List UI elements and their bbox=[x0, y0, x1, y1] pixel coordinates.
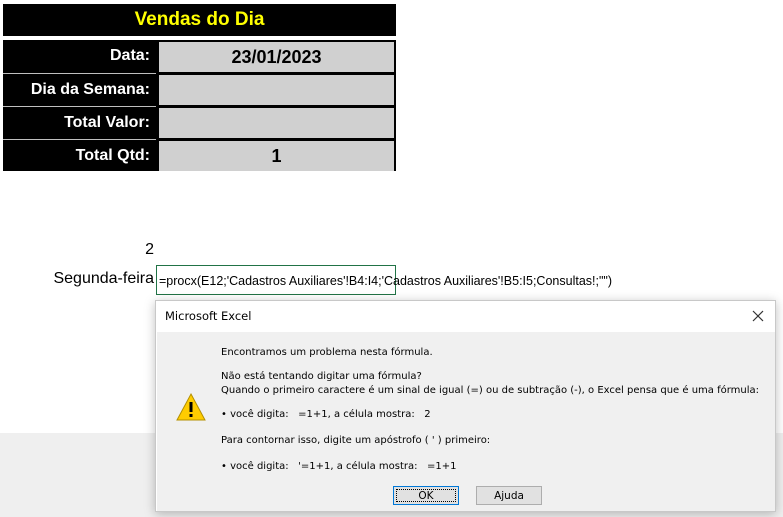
dialog-footer: OK Ajuda bbox=[157, 479, 775, 511]
message-problem: Encontramos um problema nesta fórmula. bbox=[221, 347, 433, 358]
message-workaround: Para contornar isso, digite um apóstrofo… bbox=[221, 435, 491, 446]
message-question: Não está tentando digitar uma fórmula? bbox=[221, 371, 422, 382]
label-total-value[interactable]: Total Valor: bbox=[3, 106, 156, 138]
label-total-qty[interactable]: Total Qtd: bbox=[3, 139, 156, 171]
summary-table: Data: 23/01/2023 Dia da Semana: Total Va… bbox=[3, 40, 396, 171]
row-total-value: Total Valor: bbox=[3, 106, 396, 138]
row-weekday: Dia da Semana: bbox=[3, 73, 396, 105]
sheet-title[interactable]: Vendas do Dia bbox=[3, 4, 396, 36]
label-weekday[interactable]: Dia da Semana: bbox=[3, 73, 156, 105]
warning-icon bbox=[176, 392, 206, 422]
value-weekday[interactable] bbox=[159, 75, 394, 105]
help-button[interactable]: Ajuda bbox=[476, 486, 542, 505]
dialog-body: Encontramos um problema nesta fórmula. N… bbox=[157, 332, 775, 479]
value-date[interactable]: 23/01/2023 bbox=[159, 42, 394, 72]
ok-button[interactable]: OK bbox=[393, 486, 459, 505]
message-example-2: • você digita: '=1+1, a célula mostra: =… bbox=[221, 461, 457, 472]
close-icon[interactable] bbox=[745, 303, 771, 329]
cell-weekday-number[interactable]: 2 bbox=[100, 241, 154, 259]
message-example-1: • você digita: =1+1, a célula mostra: 2 bbox=[221, 409, 431, 420]
value-total-value[interactable] bbox=[159, 108, 394, 138]
cell-weekday-name[interactable]: Segunda-feira bbox=[20, 270, 154, 288]
dialog-title: Microsoft Excel bbox=[165, 309, 252, 323]
error-dialog: Microsoft Excel Encontramos um problema … bbox=[155, 300, 776, 512]
label-date[interactable]: Data: bbox=[3, 40, 156, 72]
value-total-qty[interactable]: 1 bbox=[159, 141, 394, 171]
message-explanation: Quando o primeiro caractere é um sinal d… bbox=[221, 385, 760, 396]
row-total-qty: Total Qtd: 1 bbox=[3, 139, 396, 171]
row-date: Data: 23/01/2023 bbox=[3, 40, 396, 72]
formula-entry[interactable]: =procx(E12;'Cadastros Auxiliares'!B4:I4;… bbox=[159, 274, 612, 288]
